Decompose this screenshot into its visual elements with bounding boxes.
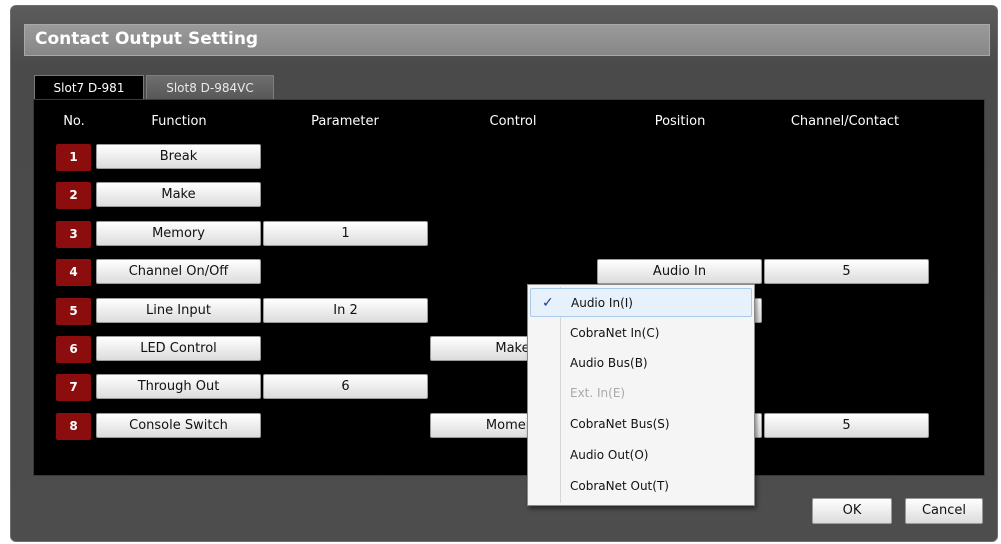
ok-button[interactable]: OK <box>812 498 892 524</box>
channel-contact-button[interactable]: 5 <box>764 259 929 284</box>
menu-item-label: Ext. In(E) <box>570 386 626 400</box>
function-button[interactable]: Console Switch <box>96 413 261 438</box>
channel-contact-button[interactable]: 5 <box>764 413 929 438</box>
header-channel-contact: Channel/Contact <box>790 114 900 129</box>
position-button[interactable]: Audio In <box>597 259 762 284</box>
menu-item-audio-in[interactable]: ✓ Audio In(I) <box>530 288 752 317</box>
parameter-button[interactable]: 1 <box>263 221 428 246</box>
row-number-badge: 7 <box>56 374 91 401</box>
menu-item-cobranet-in[interactable]: CobraNet In(C) <box>530 319 752 348</box>
function-button[interactable]: Memory <box>96 221 261 246</box>
position-dropdown-menu: ✓ Audio In(I) CobraNet In(C) Audio Bus(B… <box>527 284 755 506</box>
menu-item-audio-out[interactable]: Audio Out(O) <box>530 441 752 470</box>
function-button[interactable]: Channel On/Off <box>96 259 261 284</box>
menu-item-label: CobraNet Bus(S) <box>570 417 670 431</box>
parameter-button[interactable]: 6 <box>263 374 428 399</box>
menu-item-label: CobraNet Out(T) <box>570 479 669 493</box>
function-button[interactable]: Line Input <box>96 298 261 323</box>
header-position: Position <box>654 114 706 129</box>
function-button[interactable]: Make <box>96 182 261 207</box>
menu-item-ext-in: Ext. In(E) <box>530 379 752 408</box>
tab-slot7-label: Slot7 D-981 <box>53 81 125 95</box>
function-button[interactable]: Break <box>96 144 261 169</box>
header-no: No. <box>63 114 85 129</box>
tab-slot8-label: Slot8 D-984VC <box>166 81 254 95</box>
tab-slot7[interactable]: Slot7 D-981 <box>34 75 144 100</box>
dialog-title-bar: Contact Output Setting <box>24 24 990 56</box>
menu-item-label: Audio In(I) <box>571 296 633 310</box>
menu-item-cobranet-bus[interactable]: CobraNet Bus(S) <box>530 410 752 439</box>
row-number-badge: 4 <box>56 259 91 286</box>
cancel-button[interactable]: Cancel <box>905 498 983 524</box>
function-button[interactable]: Through Out <box>96 374 261 399</box>
checkmark-icon: ✓ <box>542 295 554 311</box>
tab-slot8[interactable]: Slot8 D-984VC <box>146 75 274 99</box>
row-number-badge: 6 <box>56 336 91 363</box>
row-number-badge: 5 <box>56 298 91 325</box>
menu-item-label: Audio Bus(B) <box>570 356 648 370</box>
menu-item-audio-bus[interactable]: Audio Bus(B) <box>530 349 752 378</box>
row-number-badge: 2 <box>56 182 91 209</box>
menu-item-label: CobraNet In(C) <box>570 326 660 340</box>
parameter-button[interactable]: In 2 <box>263 298 428 323</box>
function-button[interactable]: LED Control <box>96 336 261 361</box>
row-number-badge: 1 <box>56 144 91 171</box>
menu-item-cobranet-out[interactable]: CobraNet Out(T) <box>530 472 752 501</box>
dialog-title: Contact Output Setting <box>35 29 259 49</box>
menu-item-label: Audio Out(O) <box>570 448 649 462</box>
header-function: Function <box>151 114 207 129</box>
header-control: Control <box>489 114 537 129</box>
row-number-badge: 3 <box>56 221 91 248</box>
row-number-badge: 8 <box>56 413 91 440</box>
header-parameter: Parameter <box>311 114 379 129</box>
